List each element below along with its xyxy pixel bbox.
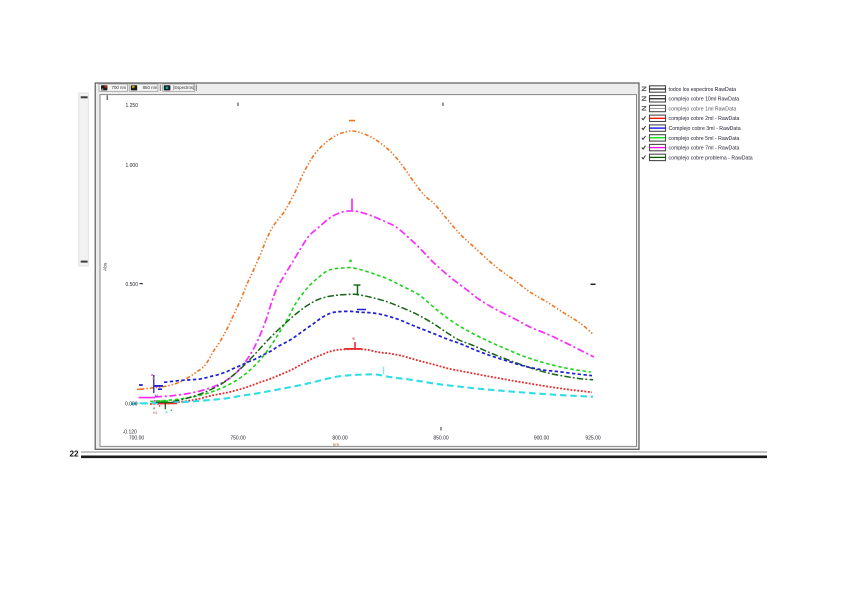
svg-text:1.000: 1.000 xyxy=(125,163,138,169)
svg-text:22: 22 xyxy=(70,450,80,459)
svg-text:M: M xyxy=(155,394,158,398)
svg-text:700 nm: 700 nm xyxy=(112,85,127,90)
svg-text:complejo cobre 7ml - RawData: complejo cobre 7ml - RawData xyxy=(669,146,740,152)
svg-text:complejo cobre 2ml - RawData: complejo cobre 2ml - RawData xyxy=(669,116,740,122)
svg-text:Abs: Abs xyxy=(103,262,109,271)
svg-text:1.250: 1.250 xyxy=(125,103,138,109)
svg-text:H1: H1 xyxy=(153,411,157,415)
svg-text:700.00: 700.00 xyxy=(129,436,145,442)
svg-text:0.500: 0.500 xyxy=(125,282,138,288)
svg-text:Complejo cobre 3ml - RawData: Complejo cobre 3ml - RawData xyxy=(669,126,741,132)
svg-text:900.00: 900.00 xyxy=(534,436,550,442)
svg-text:-0.120: -0.120 xyxy=(123,429,137,435)
svg-text:todos los espectros RawData: todos los espectros RawData xyxy=(669,87,737,93)
svg-text:0.000: 0.000 xyxy=(125,401,138,407)
svg-text:complejo cobre 10ml RawData: complejo cobre 10ml RawData xyxy=(669,97,740,103)
svg-text:complejo cobre problema - RawD: complejo cobre problema - RawData xyxy=(669,155,753,161)
svg-text:nm: nm xyxy=(333,442,340,447)
svg-text:800.00: 800.00 xyxy=(332,436,348,442)
svg-text:850.00: 850.00 xyxy=(433,436,449,442)
svg-text:complejo cobre 1ml RawData: complejo cobre 1ml RawData xyxy=(669,106,737,112)
svg-text:[Espectros]: [Espectros] xyxy=(173,85,194,90)
svg-text:750.00: 750.00 xyxy=(230,436,246,442)
svg-text:complejo cobre 5ml - RawData: complejo cobre 5ml - RawData xyxy=(669,136,740,142)
svg-text:850 nm: 850 nm xyxy=(143,85,158,90)
svg-text:925.00: 925.00 xyxy=(585,436,601,442)
